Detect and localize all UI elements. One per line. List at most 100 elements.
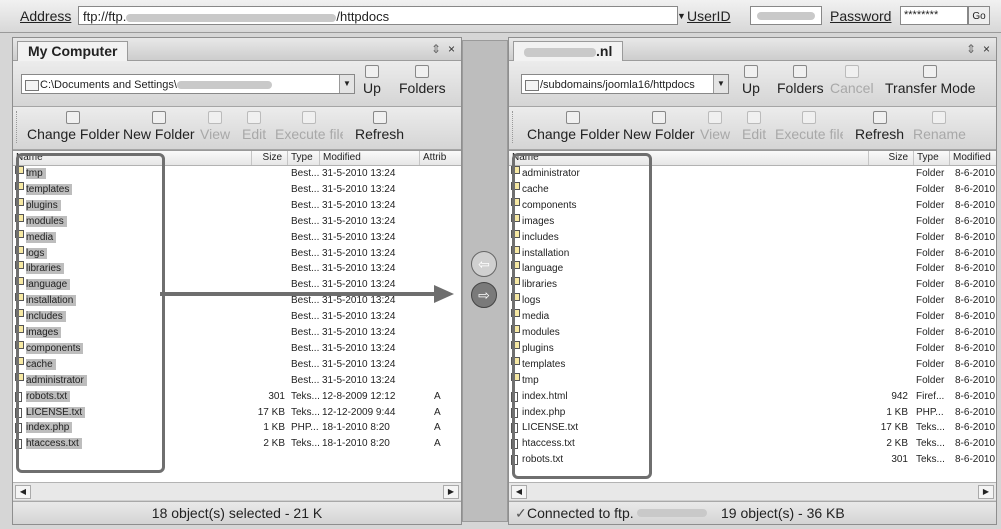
cell-attrib: A — [434, 406, 441, 418]
remote-path-combo[interactable]: /subdomains/joomla16/httpdocs ▼ — [521, 74, 729, 94]
view-button[interactable]: View — [700, 111, 730, 142]
new-folder-button[interactable]: New Folder — [623, 111, 695, 142]
col-size[interactable]: Size — [868, 151, 911, 165]
change-folder-icon — [566, 111, 581, 124]
address-prefix: ftp://ftp. — [83, 9, 127, 24]
cell-type: Folder — [916, 168, 945, 179]
remote-hscrollbar[interactable]: ◀ ▶ — [509, 482, 996, 500]
cell-modified: 12-12-2009 9:44 — [322, 406, 396, 418]
scroll-right-icon[interactable]: ▶ — [978, 485, 994, 499]
cell-type: Best... — [291, 342, 320, 354]
edit-button[interactable]: Edit — [242, 111, 266, 142]
change-folder-button[interactable]: Change Folder — [527, 111, 620, 142]
transfer-left-button[interactable]: ⇦ — [471, 251, 497, 277]
remote-status-bar: ✓ Connected to ftp. 19 object(s) - 36 KB — [509, 501, 996, 524]
col-modified[interactable]: Modified — [319, 151, 423, 165]
cell-modified: 8-6-2010 — [955, 358, 996, 370]
change-folder-button[interactable]: Change Folder — [27, 111, 120, 142]
local-path-combo[interactable]: C:\Documents and Settings\ ▼ — [21, 74, 355, 94]
go-button[interactable]: Go — [968, 6, 990, 25]
view-icon — [208, 111, 223, 124]
check-icon: ✓ — [515, 505, 527, 521]
execute-button[interactable]: Execute file — [275, 111, 343, 142]
remote-path-text: /subdomains/joomla16/httpdocs — [540, 79, 695, 91]
toolbar-grip[interactable] — [16, 111, 20, 143]
refresh-button[interactable]: Refresh — [355, 111, 404, 142]
refresh-button[interactable]: Refresh — [855, 111, 904, 142]
up-icon — [364, 65, 379, 78]
folders-icon — [793, 65, 808, 78]
col-attrib[interactable]: Attrib — [419, 151, 461, 165]
cell-type: Best... — [291, 263, 320, 275]
local-nav-toolbar: C:\Documents and Settings\ ▼ Up Folders — [13, 61, 461, 107]
address-dropdown-icon[interactable]: ▼ — [677, 11, 686, 21]
cell-type: Best... — [291, 168, 320, 179]
col-size[interactable]: Size — [251, 151, 285, 165]
change-folder-label: Change Folder — [27, 126, 120, 142]
view-button[interactable]: View — [200, 111, 230, 142]
cancel-button[interactable]: Cancel — [830, 65, 874, 96]
rename-button[interactable]: Rename — [913, 111, 966, 142]
cell-type: Teks... — [291, 438, 320, 450]
cell-modified: 8-6-2010 — [955, 390, 996, 402]
cell-size: 1 KB — [263, 422, 285, 434]
close-icon[interactable]: × — [983, 42, 990, 56]
cancel-label: Cancel — [830, 80, 874, 96]
cell-type: Best... — [291, 358, 320, 370]
userid-input[interactable] — [750, 6, 822, 25]
col-type[interactable]: Type — [287, 151, 323, 165]
redacted-userid — [757, 12, 815, 20]
cell-modified: 8-6-2010 — [955, 454, 996, 466]
transfer-mode-label: Transfer Mode — [885, 80, 976, 96]
cell-type: Folder — [916, 199, 945, 211]
cell-modified: 8-6-2010 — [955, 231, 996, 243]
folder-icon — [525, 80, 539, 91]
selection-highlight-box — [16, 153, 165, 473]
cell-modified: 31-5-2010 13:24 — [322, 263, 396, 275]
scroll-left-icon[interactable]: ◀ — [15, 485, 31, 499]
local-pane-tab[interactable]: My Computer — [17, 41, 129, 61]
cell-type: Best... — [291, 199, 320, 211]
cell-type: Firef... — [916, 390, 945, 402]
cell-size: 1 KB — [886, 406, 908, 418]
view-label: View — [700, 126, 731, 142]
remote-pane-tab[interactable]: .nl — [513, 41, 624, 61]
cell-attrib: A — [434, 390, 441, 402]
address-input[interactable]: ftp://ftp. /httpdocs — [78, 6, 678, 25]
close-icon[interactable]: × — [448, 42, 455, 56]
scroll-left-icon[interactable]: ◀ — [511, 485, 527, 499]
toolbar-grip[interactable] — [512, 111, 516, 143]
address-label: Address — [20, 8, 72, 24]
folders-button[interactable]: Folders — [777, 65, 824, 96]
chevron-down-icon[interactable]: ▼ — [713, 75, 728, 93]
cell-attrib: A — [434, 438, 441, 450]
execute-button[interactable]: Execute file — [775, 111, 843, 142]
cell-modified: 8-6-2010 — [955, 279, 996, 291]
cell-modified: 8-6-2010 — [955, 295, 996, 307]
chevron-down-icon[interactable]: ▼ — [339, 75, 354, 93]
cell-type: Best... — [291, 327, 320, 338]
col-modified[interactable]: Modified — [949, 151, 996, 165]
cell-modified: 31-5-2010 13:24 — [322, 374, 396, 386]
remote-title-suffix: .nl — [596, 43, 613, 59]
up-button[interactable]: Up — [742, 65, 760, 96]
new-folder-icon — [651, 111, 666, 124]
transfer-mode-button[interactable]: Transfer Mode — [885, 65, 976, 96]
local-hscrollbar[interactable]: ◀ ▶ — [13, 482, 461, 500]
redacted-username — [176, 81, 272, 90]
cell-size: 301 — [891, 454, 908, 466]
status-connected: Connected to ftp. — [527, 505, 634, 521]
execute-icon — [802, 111, 816, 124]
cell-modified: 8-6-2010 — [955, 215, 996, 227]
transfer-right-button[interactable]: ⇨ — [471, 282, 497, 308]
new-folder-button[interactable]: New Folder — [123, 111, 195, 142]
cell-modified: 31-5-2010 13:24 — [322, 168, 396, 179]
edit-button[interactable]: Edit — [742, 111, 766, 142]
scroll-right-icon[interactable]: ▶ — [443, 485, 459, 499]
col-type[interactable]: Type — [913, 151, 953, 165]
up-button[interactable]: Up — [363, 65, 381, 96]
pin-icon[interactable]: ⇕ — [431, 42, 441, 56]
pin-icon[interactable]: ⇕ — [966, 42, 976, 56]
password-input[interactable]: ******** — [900, 6, 968, 25]
folders-button[interactable]: Folders — [399, 65, 446, 96]
